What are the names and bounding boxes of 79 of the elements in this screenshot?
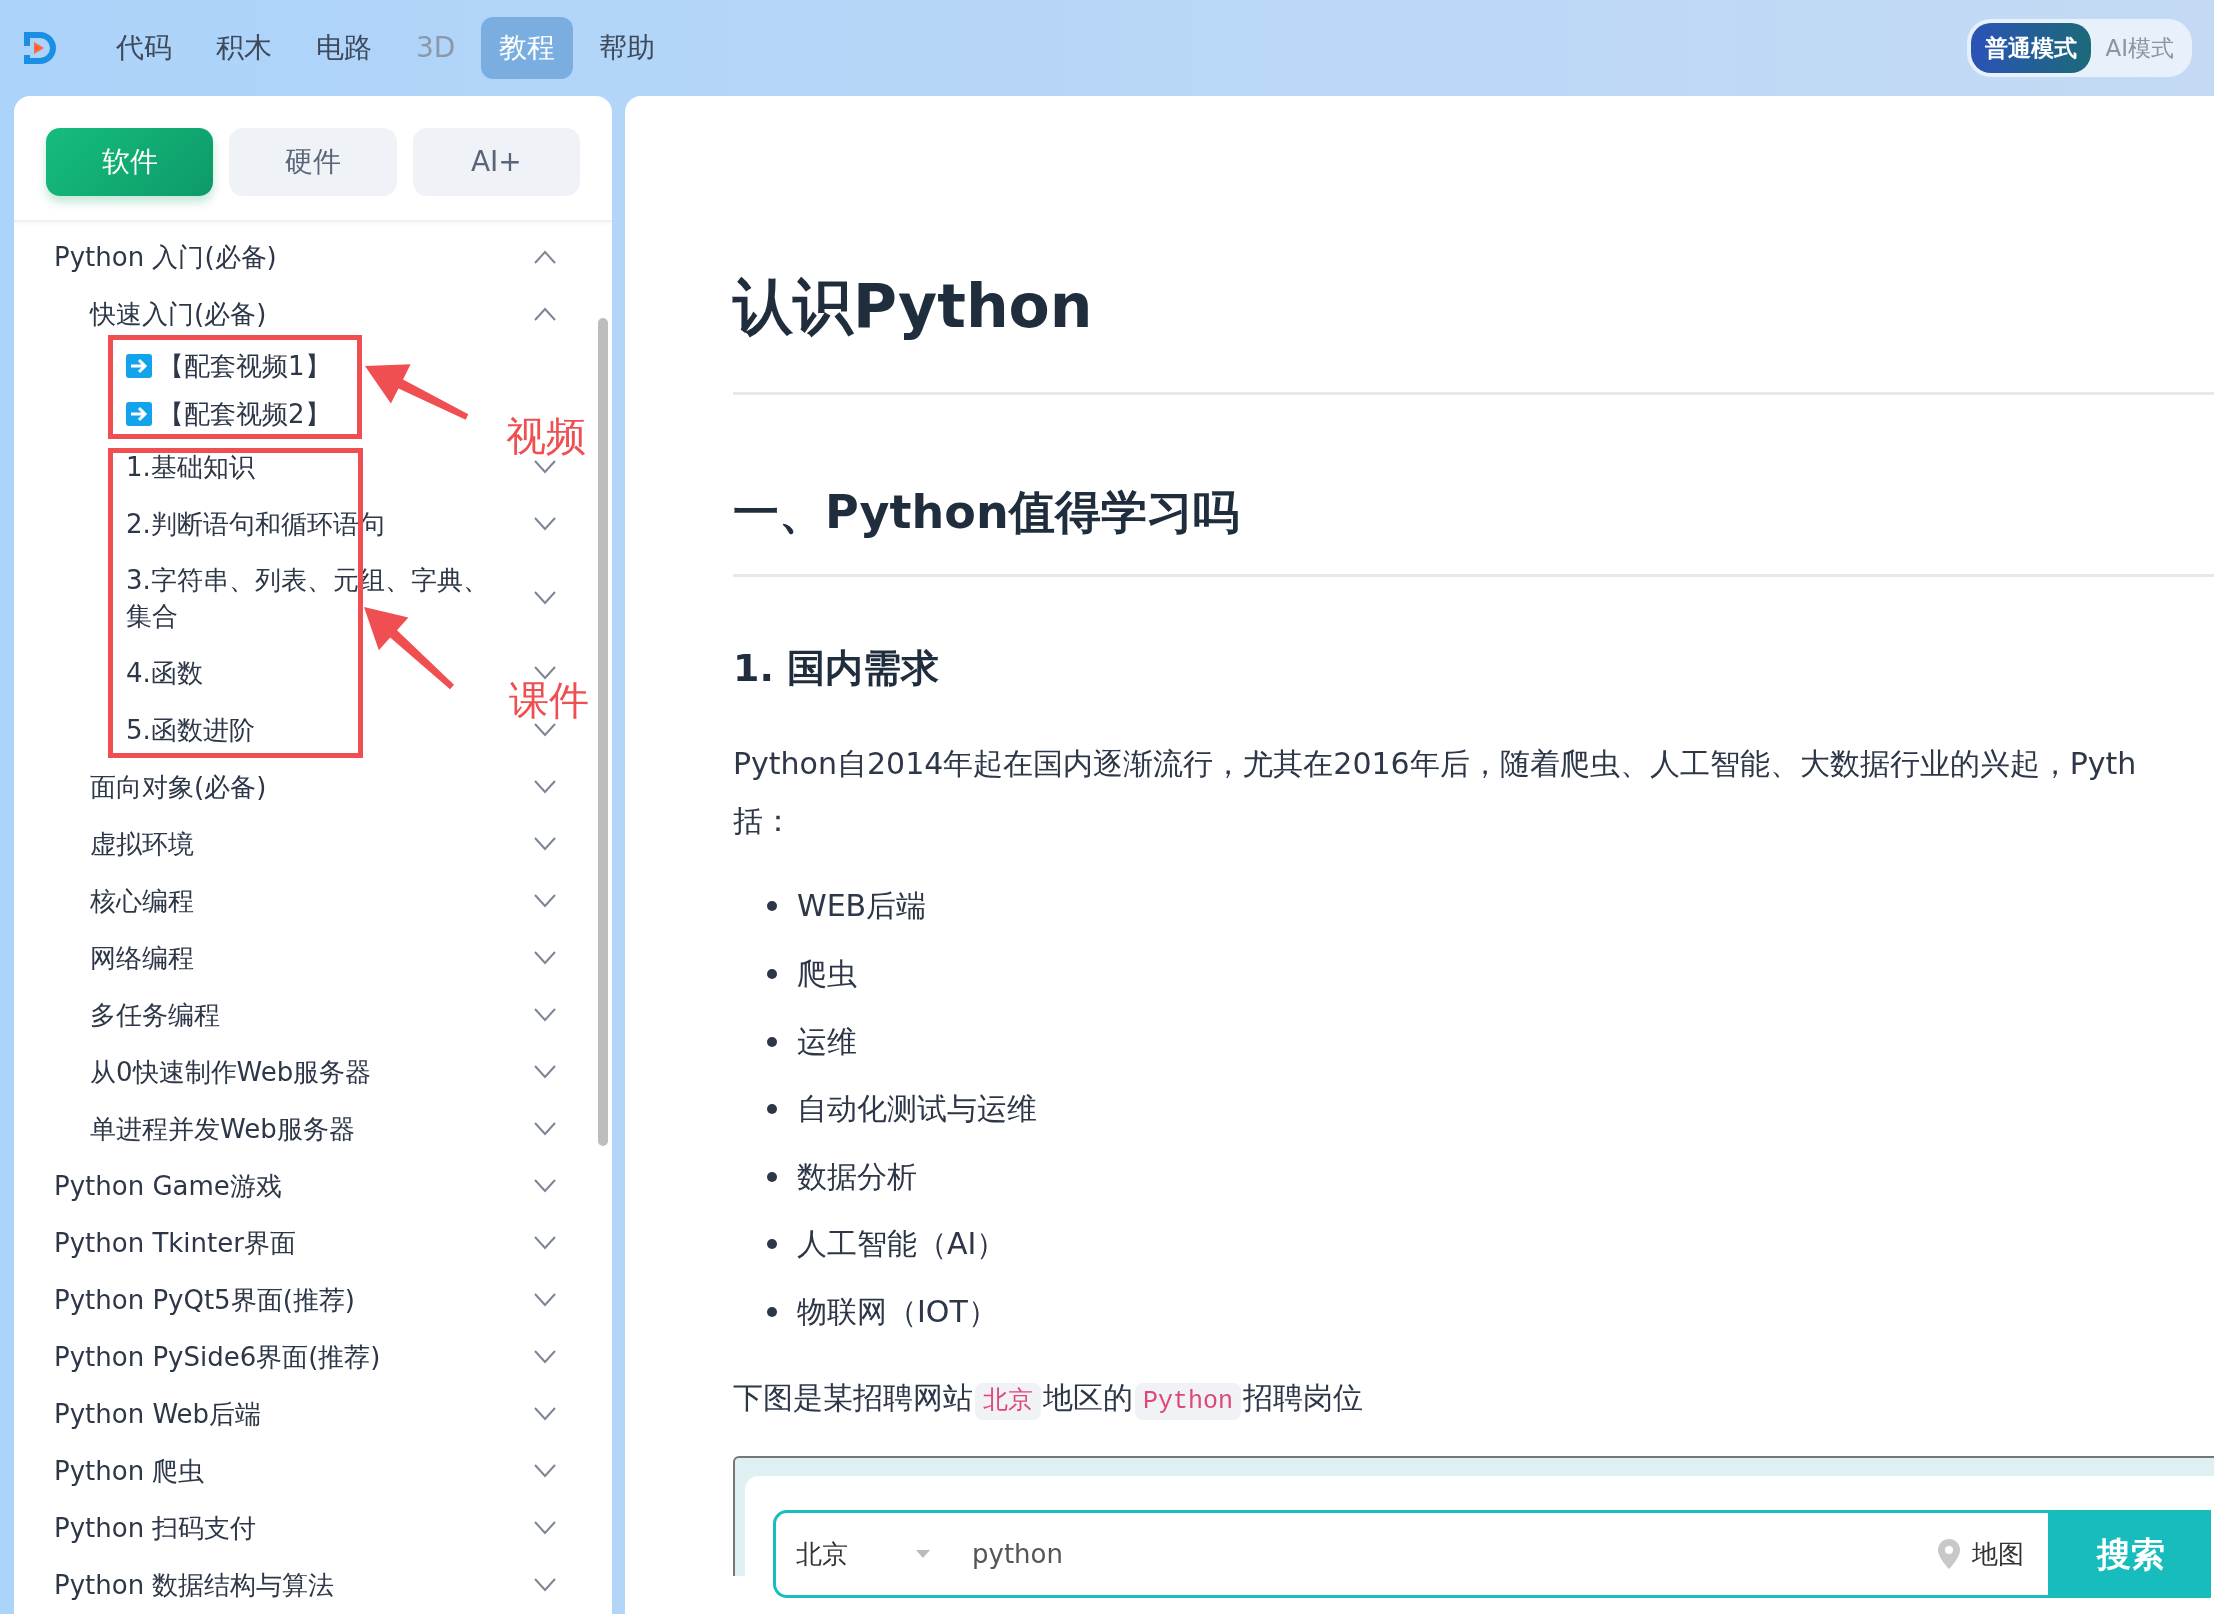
list-item: WEB后端 [797,887,927,926]
chevron-down-icon[interactable] [534,779,556,794]
chevron-down-icon[interactable] [534,591,556,605]
tree-item[interactable]: 面向对象(必备) [90,768,267,805]
nav-tab[interactable]: 帮助 [581,17,674,79]
search-field[interactable]: 北京 python 地图 [773,1510,2051,1599]
list-item: 物联网（IOT） [797,1292,998,1331]
chevron-down-icon[interactable] [534,1292,556,1307]
video-link[interactable]: 【配套视频2】 [158,396,331,432]
tree-item[interactable]: Python PyQt5界面(推荐) [54,1281,355,1318]
tree-item[interactable]: 从0快速制作Web服务器 [90,1053,372,1090]
tree-item[interactable]: Python 扫码支付 [54,1509,257,1546]
list-item: 自动化测试与运维 [797,1090,1037,1129]
scrollbar[interactable] [598,318,608,1146]
annotation-label: 视频 [506,416,586,456]
bullet-icon [767,1239,777,1250]
bullet-icon [767,1171,777,1182]
chevron-down-icon[interactable] [534,1463,556,1478]
caret-down-icon[interactable] [916,1550,930,1559]
bullet-icon [767,1036,777,1047]
map-link[interactable]: 地图 [1972,1534,2024,1574]
chevron-down-icon[interactable] [534,1178,556,1193]
chevron-down-icon[interactable] [534,893,556,908]
chevron-down-icon[interactable] [534,665,556,680]
chevron-down-icon[interactable] [534,459,556,474]
chevron-down-icon[interactable] [534,1520,556,1535]
chevron-down-icon[interactable] [534,1235,556,1250]
chevron-down-icon[interactable] [534,1121,556,1136]
bullet-icon [767,1306,777,1317]
tree-item[interactable]: 核心编程 [90,882,194,919]
tree-item[interactable]: Python 入门(必备) [54,238,277,275]
chevron-up-icon[interactable] [534,249,556,264]
nav-tab[interactable]: 积木 [198,17,290,79]
list-item: 数据分析 [797,1157,917,1196]
chevron-down-icon[interactable] [534,516,556,531]
tree-item[interactable]: 单进程并发Web服务器 [90,1110,355,1147]
tree-item[interactable]: 4.函数 [126,654,203,691]
tree-item[interactable]: 多任务编程 [90,996,220,1033]
bullet-icon [767,1104,777,1115]
nav-tab[interactable]: 电路 [298,17,390,79]
chevron-down-icon[interactable] [534,1577,556,1592]
paragraph-text: Python自2014年起在国内逐渐流行，尤其在2016年后，随着爬虫、人工智能、大数据行业的兴起，Pyth 括： [733,744,2138,840]
tree-item[interactable]: Python Tkinter界面 [54,1224,296,1261]
list-item: 爬虫 [797,954,857,993]
subsection-heading: 1. 国内需求 [733,645,941,693]
chevron-down-icon[interactable] [534,836,556,851]
tree-item[interactable]: 快速入门(必备) [90,295,267,332]
page-title: 认识Python [733,270,1094,343]
arrow-right-icon [126,354,152,378]
city-dropdown[interactable]: 北京 [776,1534,916,1574]
mode-option[interactable]: 普通模式 [1971,22,2092,74]
tree-item[interactable]: Python PySide6界面(推荐) [54,1338,381,1375]
annotation-label: 课件 [509,680,589,720]
arrow-right-icon [126,402,152,426]
nav-tab[interactable]: 代码 [98,17,190,79]
tree-item[interactable]: 1.基础知识 [126,448,255,485]
section-heading: 一、Python值得学习吗 [733,484,1240,541]
tree-item[interactable]: 网络编程 [90,939,194,976]
chevron-down-icon[interactable] [534,1349,556,1364]
category-tab[interactable]: AI+ [412,128,580,196]
bullet-icon [767,901,777,912]
tree-item[interactable]: 虚拟环境 [90,825,194,862]
chevron-down-icon[interactable] [534,1406,556,1421]
tree-item[interactable]: Python 数据结构与算法 [54,1566,335,1603]
chevron-down-icon[interactable] [534,1064,556,1079]
category-tab[interactable]: 硬件 [229,128,397,196]
chevron-down-icon[interactable] [534,1007,556,1022]
tree-item[interactable]: Python Web后端 [54,1395,262,1432]
tree-item[interactable]: 5.函数进阶 [126,711,255,748]
chevron-down-icon[interactable] [534,950,556,965]
bullet-icon [767,968,777,979]
chevron-up-icon[interactable] [534,306,556,321]
list-item: 运维 [797,1022,857,1061]
video-link[interactable]: 【配套视频1】 [158,348,331,384]
tree-item[interactable]: Python Game游戏 [54,1167,282,1204]
list-item: 人工智能（AI） [797,1225,1007,1264]
chevron-down-icon[interactable] [534,722,556,737]
tree-item[interactable]: Python 爬虫 [54,1452,205,1489]
caption-text: 下图是某招聘网站 北京 地区的 Python 招聘岗位 [733,1374,2214,1421]
